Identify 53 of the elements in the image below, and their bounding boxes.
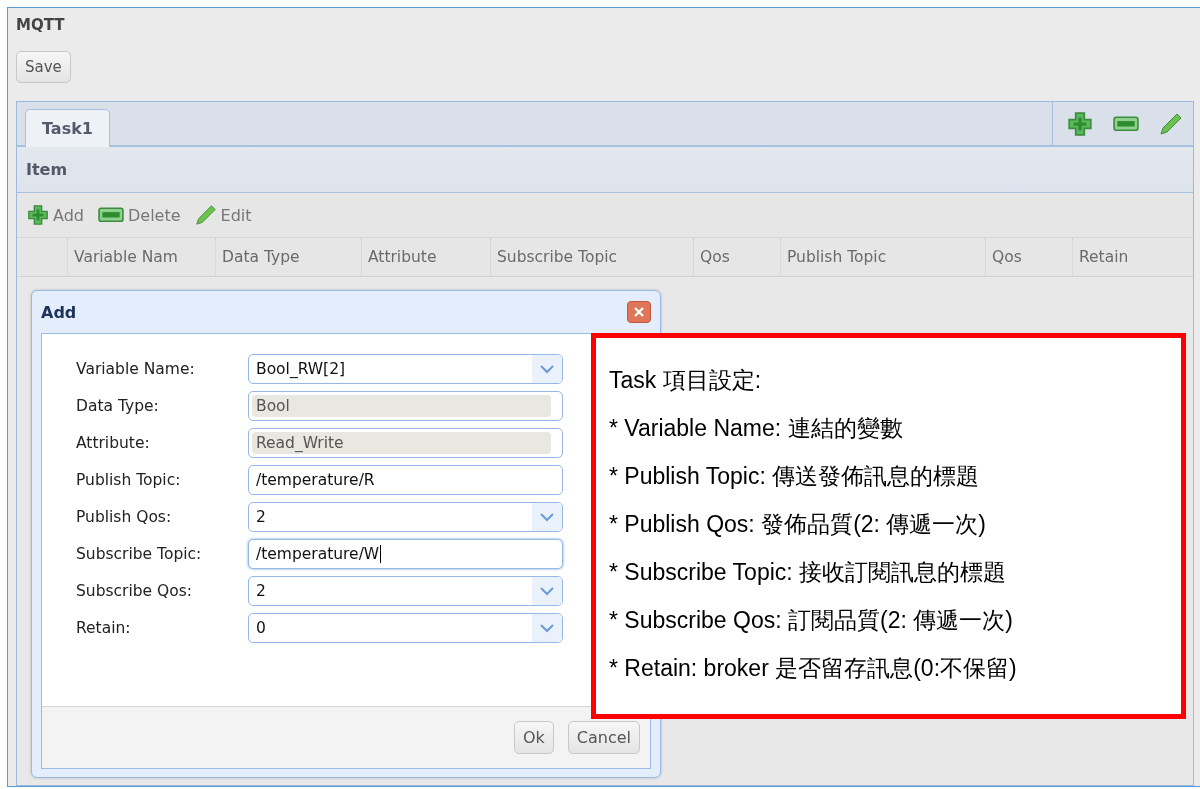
chevron-down-icon xyxy=(540,586,554,596)
dialog-button[interactable]: Ok xyxy=(513,721,554,754)
dialog-button[interactable]: Cancel xyxy=(567,721,640,754)
annotation-line: * Subscribe Qos: 訂閱品質(2: 傳遞一次) xyxy=(609,606,1014,635)
input-field[interactable]: /temperature/R xyxy=(248,465,563,495)
add-icon xyxy=(27,204,49,226)
column-header[interactable]: Variable Nam xyxy=(67,238,215,276)
input-field[interactable]: /temperature/W xyxy=(248,539,563,569)
remove-icon xyxy=(98,207,124,223)
column-header[interactable]: Data Type xyxy=(215,238,361,276)
field-label: Subscribe Topic: xyxy=(76,545,203,563)
column-header[interactable]: Retain xyxy=(1072,238,1165,276)
annotation-line: * Publish Qos: 發佈品質(2: 傳遞一次) xyxy=(609,510,988,539)
page-title: MQTT xyxy=(16,16,66,36)
column-header[interactable]: Qos xyxy=(693,238,780,276)
field-label: Publish Qos: xyxy=(76,508,173,526)
field-label: Variable Name: xyxy=(76,360,196,378)
column-header[interactable]: Subscribe Topic xyxy=(490,238,693,276)
add-toolbar-button[interactable]: Add xyxy=(27,204,84,226)
column-header[interactable]: Qos xyxy=(985,238,1072,276)
select-field[interactable]: 0 xyxy=(248,613,563,643)
pencil-icon xyxy=(1159,111,1183,136)
annotation-line: * Subscribe Topic: 接收訂閱訊息的標題 xyxy=(609,558,1008,587)
field-label: Attribute: xyxy=(76,434,151,452)
edit-toolbar-button[interactable]: Edit xyxy=(194,204,252,226)
close-icon xyxy=(633,306,645,318)
annotation-line: * Publish Topic: 傳送發佈訊息的標題 xyxy=(609,462,981,491)
remove-icon xyxy=(1113,115,1139,132)
input-field[interactable]: Read_Write xyxy=(248,428,563,458)
pencil-icon xyxy=(194,204,217,226)
annotation-line: * Retain: broker 是否留存訊息(0:不保留) xyxy=(609,654,1018,683)
select-field[interactable]: 2 xyxy=(248,502,563,532)
delete-toolbar-button[interactable]: Delete xyxy=(98,205,181,225)
field-label: Publish Topic: xyxy=(76,471,182,489)
dialog-title: Add xyxy=(41,302,77,322)
field-label: Data Type: xyxy=(76,397,160,415)
save-button[interactable]: Save xyxy=(16,51,71,83)
field-label: Retain: xyxy=(76,619,132,637)
input-field[interactable]: Bool xyxy=(248,391,563,421)
task-tab[interactable]: Task1 xyxy=(25,109,110,147)
field-label: Subscribe Qos: xyxy=(76,582,194,600)
chevron-down-icon xyxy=(540,364,554,374)
panel-header: Item xyxy=(17,147,1193,193)
add-icon xyxy=(1067,110,1093,137)
annotation-line: * Variable Name: 連結的變數 xyxy=(609,414,904,443)
column-header[interactable]: Attribute xyxy=(361,238,490,276)
chevron-down-icon xyxy=(540,512,554,522)
select-field[interactable]: 2 xyxy=(248,576,563,606)
close-button[interactable] xyxy=(627,301,651,323)
chevron-down-icon xyxy=(540,623,554,633)
annotation-line: Task 項目設定: xyxy=(609,366,763,395)
column-header[interactable]: Publish Topic xyxy=(780,238,985,276)
select-field[interactable]: Bool_RW[2] xyxy=(248,354,563,384)
